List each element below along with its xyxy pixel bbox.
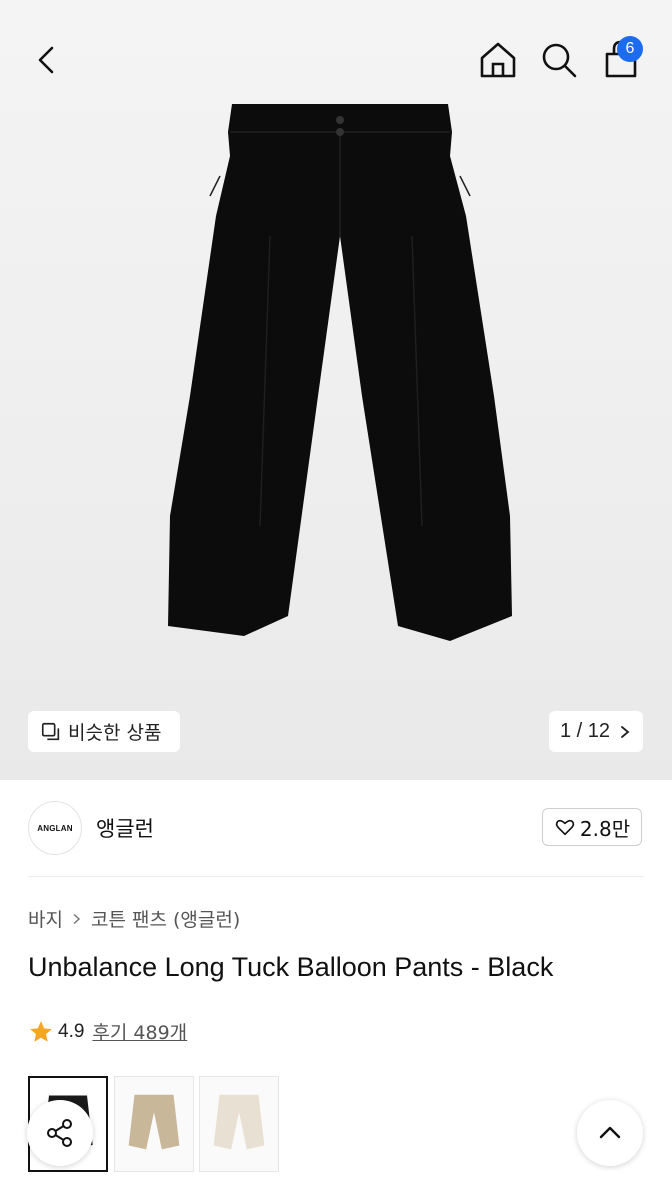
similar-items-icon (41, 722, 60, 740)
swatch-thumbnail (213, 1094, 265, 1150)
star-icon (30, 1020, 52, 1042)
home-button[interactable] (474, 36, 522, 84)
brand-name[interactable]: 앵글런 (96, 813, 154, 843)
like-count: 2.8만 (579, 816, 631, 841)
divider (28, 876, 644, 877)
image-pager[interactable]: 1 / 12 (549, 711, 643, 752)
product-title: Unbalance Long Tuck Balloon Pants - Blac… (28, 952, 554, 982)
product-image-gallery[interactable]: 6 비슷한 상품 1 / 12 (0, 0, 672, 780)
color-swatch-beige[interactable] (114, 1076, 194, 1172)
search-button[interactable] (535, 36, 583, 84)
product-image (168, 104, 512, 641)
chevron-right-icon (621, 725, 630, 738)
share-button[interactable] (27, 1100, 93, 1166)
similar-products-label: 비슷한 상품 (68, 722, 162, 744)
heart-icon (555, 819, 575, 836)
color-swatch-cream[interactable] (199, 1076, 279, 1172)
share-icon (47, 1119, 72, 1147)
home-icon (480, 42, 516, 78)
cart-count-badge: 6 (617, 36, 643, 62)
breadcrumb: 바지 코튼 팬츠 (앵글런) (28, 905, 240, 932)
breadcrumb-item[interactable]: 바지 (28, 905, 63, 932)
swatch-thumbnail (128, 1094, 180, 1150)
search-icon (542, 43, 577, 78)
scroll-to-top-button[interactable] (577, 1100, 643, 1166)
breadcrumb-item[interactable]: 코튼 팬츠 (앵글런) (91, 905, 240, 932)
page-indicator: 1 / 12 (559, 720, 611, 742)
reviews-link[interactable]: 후기 489개 (92, 1018, 187, 1045)
chevron-up-icon (599, 1126, 621, 1139)
similar-products-button[interactable]: 비슷한 상품 (28, 711, 180, 752)
like-button[interactable]: 2.8만 (542, 808, 642, 846)
chevron-right-icon (73, 913, 81, 924)
back-button[interactable] (24, 36, 72, 84)
brand-logo[interactable]: ANGLAN (28, 801, 82, 855)
brand-logo-text: ANGLAN (37, 823, 73, 833)
rating-score: 4.9 (58, 1020, 85, 1042)
rating-summary: 4.9 후기 489개 (28, 1018, 187, 1045)
chevron-left-icon (38, 46, 54, 74)
